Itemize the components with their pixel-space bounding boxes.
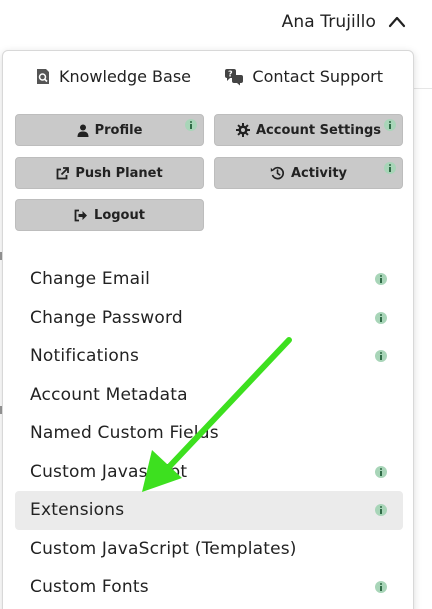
activity-button[interactable]: Activity: [214, 157, 403, 189]
push-planet-button-label: Push Planet: [75, 165, 163, 181]
info-icon[interactable]: [375, 465, 387, 478]
menu-item-notifications[interactable]: Notifications: [15, 337, 403, 376]
menu-item-label: Named Custom Fields: [30, 423, 219, 444]
info-icon[interactable]: [384, 119, 396, 131]
info-icon[interactable]: [375, 350, 387, 362]
menu-item-label: Custom Fonts: [30, 577, 149, 598]
knowledge-base-link[interactable]: Knowledge Base: [35, 67, 191, 86]
info-icon[interactable]: [375, 273, 387, 285]
user-name: Ana Trujillo: [281, 12, 376, 32]
menu-item-label: Change Email: [30, 269, 151, 290]
menu-item-account-metadata[interactable]: Account Metadata: [15, 376, 403, 415]
account-settings-button[interactable]: Account Settings: [214, 114, 403, 146]
menu-item-custom-javascript[interactable]: Custom Javascript: [15, 453, 403, 492]
history-icon: [270, 166, 284, 180]
logout-button-label: Logout: [94, 207, 145, 223]
menu-item-custom-fonts[interactable]: Custom Fonts: [15, 568, 403, 607]
menu-item-change-password[interactable]: Change Password: [15, 299, 403, 338]
logout-button[interactable]: Logout: [15, 199, 204, 231]
external-link-icon: [56, 166, 70, 179]
push-planet-button[interactable]: Push Planet: [15, 157, 204, 189]
profile-button-label: Profile: [94, 122, 143, 138]
chevron-up-icon: [388, 16, 406, 28]
menu-item-label: Custom Javascript: [30, 461, 188, 482]
background-divider: [414, 88, 432, 89]
knowledge-base-label: Knowledge Base: [59, 67, 191, 86]
contact-support-link[interactable]: ? Contact Support: [224, 67, 383, 86]
menu-item-label: Custom JavaScript (Templates): [30, 538, 297, 559]
user-icon: [77, 124, 89, 137]
sign-out-icon: [74, 209, 88, 221]
account-settings-button-label: Account Settings: [255, 122, 382, 138]
page: Ana Trujillo Knowledge Base ? Contact Su…: [0, 0, 432, 609]
info-icon[interactable]: [375, 581, 387, 593]
profile-button[interactable]: Profile: [15, 114, 204, 146]
menu-item-label: Extensions: [30, 500, 125, 521]
info-icon[interactable]: [384, 162, 396, 174]
menu-item-named-custom-fields[interactable]: Named Custom Fields: [15, 414, 403, 453]
info-icon[interactable]: [375, 504, 387, 516]
info-icon[interactable]: [185, 119, 197, 131]
user-menu-toggle[interactable]: Ana Trujillo: [282, 12, 406, 32]
book-search-icon: [37, 69, 49, 84]
settings-menu-list: Change Email Change Password Notifications…: [15, 260, 403, 607]
gear-icon: [235, 123, 250, 137]
menu-item-label: Notifications: [30, 346, 139, 367]
info-icon[interactable]: [375, 311, 387, 324]
menu-item-label: Change Password: [30, 307, 183, 328]
menu-item-label: Account Metadata: [30, 384, 188, 405]
menu-item-change-email[interactable]: Change Email: [15, 260, 403, 299]
menu-item-custom-javascript-templates[interactable]: Custom JavaScript (Templates): [15, 530, 403, 569]
user-dropdown-menu: Knowledge Base ? Contact Support Profile…: [2, 50, 414, 609]
support-links: Knowledge Base ? Contact Support: [3, 67, 413, 86]
activity-button-label: Activity: [290, 165, 348, 181]
contact-support-label: Contact Support: [252, 67, 383, 86]
menu-item-extensions[interactable]: Extensions: [15, 491, 403, 530]
chat-question-icon: ?: [225, 68, 244, 85]
